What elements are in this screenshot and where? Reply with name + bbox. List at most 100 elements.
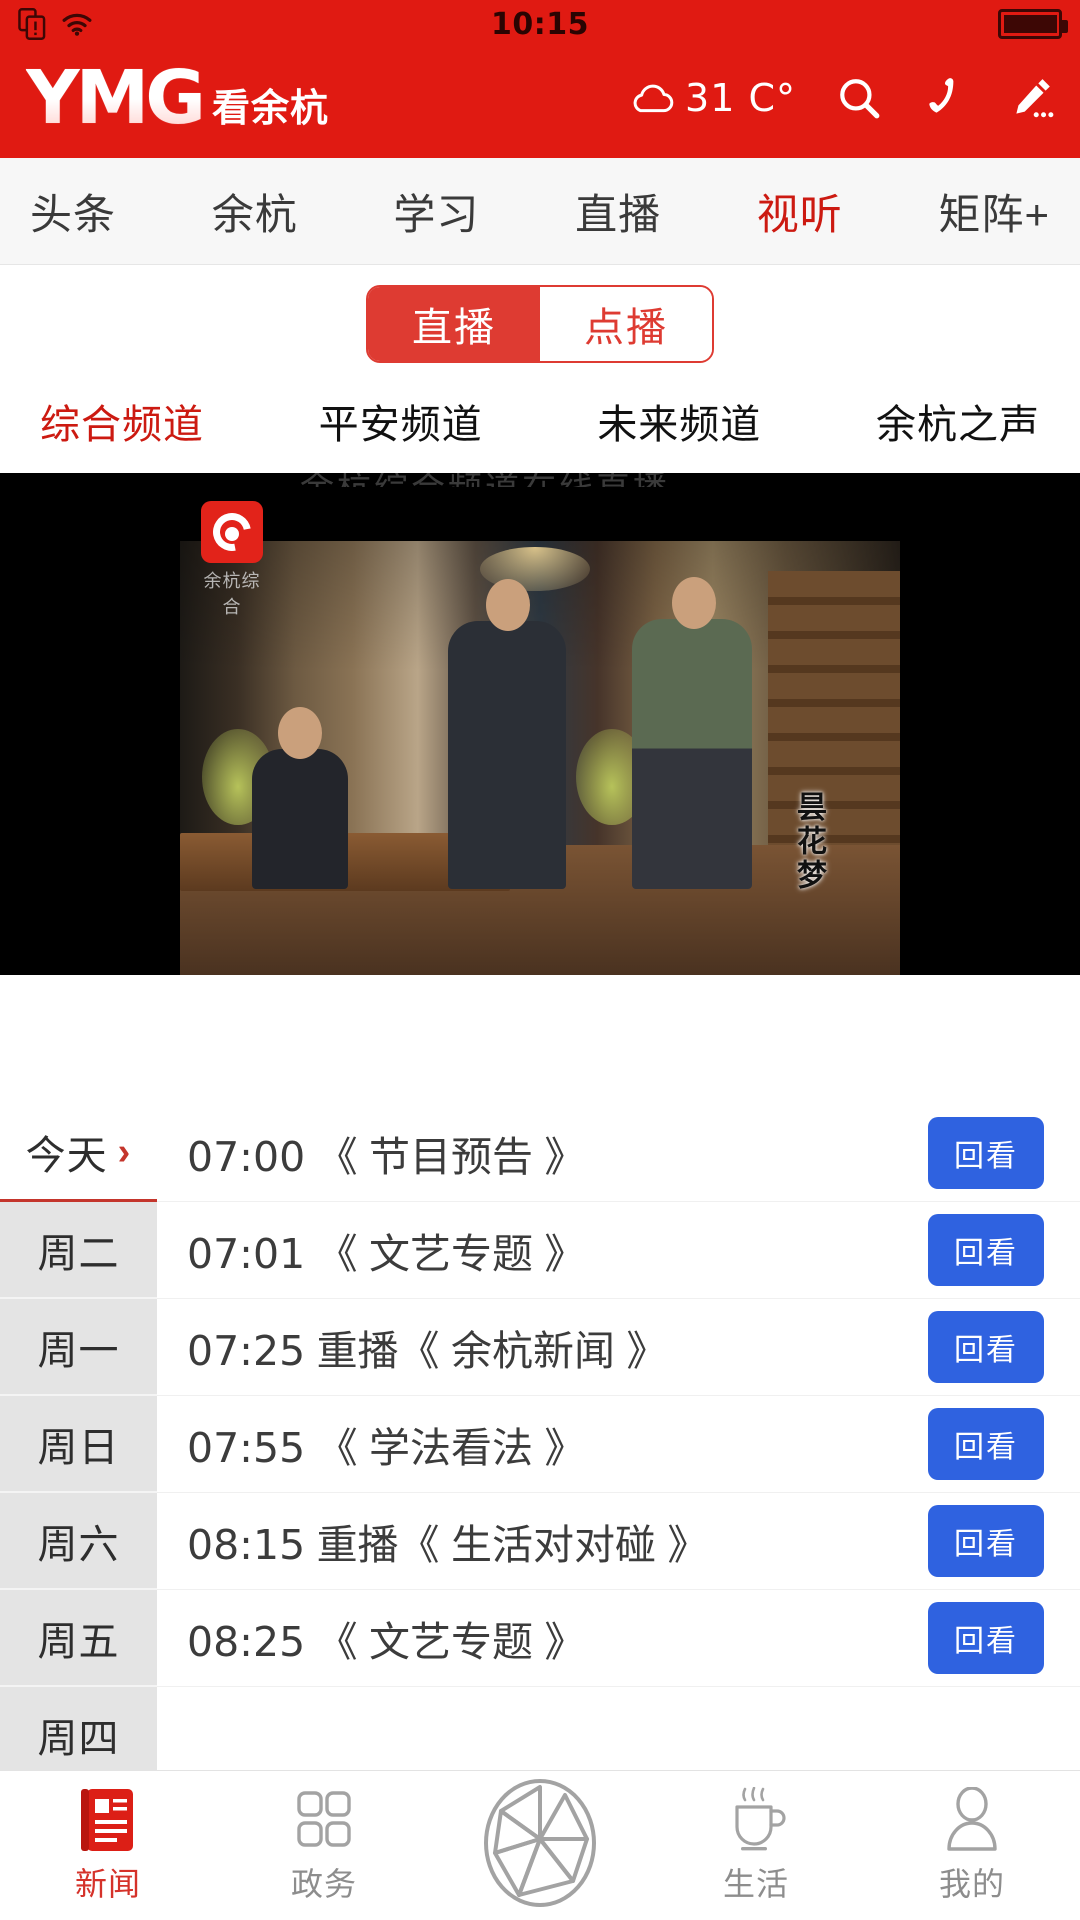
nav-tab-shiting[interactable]: 视听 (757, 181, 843, 242)
day-item-thursday[interactable]: 周四 (0, 1687, 157, 1770)
status-bar-clock: 10:15 (491, 6, 589, 42)
scene-person-officer (448, 621, 566, 889)
day-selector-list: 今天 › 周二 周一 周日 周六 周五 周四 (0, 1105, 157, 1770)
nav-tab-yuhang[interactable]: 余杭 (212, 181, 298, 242)
replay-button[interactable]: 回看 (928, 1505, 1044, 1577)
program-row[interactable]: 07:01 《 文艺专题 》 回看 (157, 1202, 1080, 1299)
program-overlay-title: 昙花梦 (792, 791, 825, 893)
nav-tab-xuexi[interactable]: 学习 (393, 181, 479, 242)
channel-logo-icon (201, 501, 263, 563)
program-text: 07:01 《 文艺专题 》 (187, 1220, 585, 1280)
program-text: 08:15 重播《 生活对对碰 》 (187, 1511, 708, 1571)
program-time: 07:00 (187, 1133, 306, 1181)
cloud-icon (633, 84, 674, 113)
segmented-control-container: 直播 点播 (0, 265, 1080, 383)
header-actions: 31 C° (629, 75, 1054, 121)
tabbar-item-government[interactable]: 政务 (216, 1787, 432, 1905)
nav-tab-juzhen[interactable]: 矩阵+ (938, 181, 1050, 242)
channel-tab-weilai[interactable]: 未来频道 (597, 392, 761, 450)
weather-widget[interactable]: 31 C° (629, 75, 796, 121)
segment-ondemand[interactable]: 点播 (540, 287, 712, 361)
program-text: 08:25 《 文艺专题 》 (187, 1608, 585, 1668)
program-time: 07:01 (187, 1230, 306, 1278)
segment-live[interactable]: 直播 (368, 287, 540, 361)
tabbar-item-life[interactable]: 生活 (648, 1786, 864, 1905)
program-title: 《 节目预告 》 (316, 1134, 586, 1180)
status-bar: 10:15 (0, 0, 1080, 48)
day-item-today[interactable]: 今天 › (0, 1105, 157, 1202)
app-header: YMG 看余杭 31 C° (0, 48, 1080, 158)
scene-person-officer-head (486, 579, 530, 631)
nav-tab-zhibo[interactable]: 直播 (575, 181, 661, 242)
channel-watermark-label: 余杭综合 (203, 571, 261, 617)
program-list: 07:00 《 节目预告 》 回看 07:01 《 文艺专题 》 回看 07:2… (157, 1105, 1080, 1770)
day-item-saturday[interactable]: 周六 (0, 1493, 157, 1590)
scene-person-seated (252, 749, 348, 889)
day-item-sunday[interactable]: 周日 (0, 1396, 157, 1493)
replay-button[interactable]: 回看 (928, 1311, 1044, 1383)
battery-icon (998, 9, 1068, 39)
program-time: 07:25 (187, 1327, 306, 1375)
program-row[interactable]: 07:00 《 节目预告 》 回看 (157, 1105, 1080, 1202)
day-item-label: 今天 (25, 1134, 108, 1178)
player-ghost-text: 余杭综合频道在线直播 (300, 473, 730, 487)
tabbar-item-profile[interactable]: 我的 (864, 1786, 1080, 1905)
video-player[interactable]: 余杭综合频道在线直播 昙花梦 余杭综合 (0, 473, 1080, 975)
day-item-tuesday[interactable]: 周二 (0, 1202, 157, 1299)
schedule-section: 今天 › 周二 周一 周日 周六 周五 周四 07:00 《 节目预告 》 回看… (0, 1105, 1080, 1770)
program-text: 07:55 《 学法看法 》 (187, 1414, 585, 1474)
phone-icon[interactable] (922, 75, 968, 121)
video-frame[interactable]: 昙花梦 (180, 541, 900, 975)
tabbar-item-news[interactable]: 新闻 (0, 1787, 216, 1905)
replay-button[interactable]: 回看 (928, 1117, 1044, 1189)
channel-watermark: 余杭综合 (196, 501, 268, 619)
logo-main-text: YMG (26, 55, 206, 141)
bottom-tab-bar: 新闻 政务 生活 我的 (0, 1770, 1080, 1920)
program-title: 《 文艺专题 》 (316, 1231, 586, 1277)
pencil-icon[interactable] (1008, 75, 1054, 121)
nav-tab-toutiao[interactable]: 头条 (30, 181, 116, 242)
logo-sub-text: 看余杭 (211, 88, 329, 130)
temperature-label: 31 C° (685, 76, 796, 120)
live-vod-segmented-control: 直播 点播 (366, 285, 714, 363)
program-time: 08:15 (187, 1521, 306, 1569)
status-bar-right (998, 9, 1068, 39)
replay-button[interactable]: 回看 (928, 1408, 1044, 1480)
program-time: 07:55 (187, 1424, 306, 1472)
chevron-right-icon: › (117, 1130, 132, 1173)
channel-tab-pingan[interactable]: 平安频道 (319, 392, 483, 450)
channel-tab-zonghe[interactable]: 综合频道 (40, 392, 204, 450)
scene-person-vest-head (672, 577, 716, 629)
program-row[interactable]: 07:25 重播《 余杭新闻 》 回看 (157, 1299, 1080, 1396)
replay-button[interactable]: 回看 (928, 1214, 1044, 1286)
aperture-icon (484, 1778, 596, 1907)
program-title: 《 学法看法 》 (316, 1425, 586, 1471)
scene-person-seated-head (278, 707, 322, 759)
primary-nav-tabs: 头条 余杭 学习 直播 视听 矩阵+ (0, 158, 1080, 265)
scene-person-vest (632, 619, 752, 889)
channel-selector: 综合频道 平安频道 未来频道 余杭之声 (0, 383, 1080, 473)
program-title: 重播《 余杭新闻 》 (316, 1328, 668, 1374)
program-time: 08:25 (187, 1618, 306, 1666)
search-icon[interactable] (836, 75, 882, 121)
replay-button[interactable]: 回看 (928, 1602, 1044, 1674)
day-item-monday[interactable]: 周一 (0, 1299, 157, 1396)
program-text: 07:25 重播《 余杭新闻 》 (187, 1317, 667, 1377)
program-row[interactable]: 08:15 重播《 生活对对碰 》 回看 (157, 1493, 1080, 1590)
program-text: 07:00 《 节目预告 》 (187, 1123, 585, 1183)
person-icon (947, 1786, 997, 1851)
tabbar-label-life: 生活 (722, 1865, 789, 1902)
program-row[interactable]: 08:25 《 文艺专题 》 回看 (157, 1590, 1080, 1687)
tabbar-label-news: 新闻 (74, 1865, 141, 1902)
grid-icon (297, 1790, 351, 1847)
tabbar-label-government: 政务 (290, 1865, 357, 1902)
tabbar-item-camera[interactable] (432, 1777, 648, 1915)
day-item-friday[interactable]: 周五 (0, 1590, 157, 1687)
app-logo[interactable]: YMG 看余杭 (26, 61, 329, 135)
news-icon (81, 1788, 133, 1851)
cup-icon (735, 1786, 786, 1850)
channel-tab-yuhangzhisheng[interactable]: 余杭之声 (876, 392, 1040, 450)
program-title: 《 文艺专题 》 (316, 1619, 586, 1665)
program-row[interactable]: 07:55 《 学法看法 》 回看 (157, 1396, 1080, 1493)
program-title: 重播《 生活对对碰 》 (316, 1522, 709, 1568)
